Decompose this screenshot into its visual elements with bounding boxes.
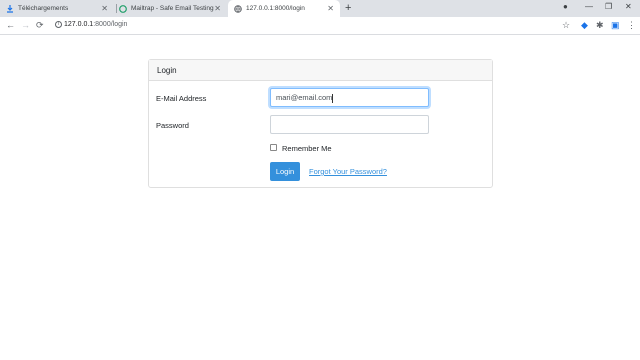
- login-button[interactable]: Login: [270, 162, 300, 181]
- new-tab-icon[interactable]: +: [345, 2, 351, 14]
- url-path: :8000/login: [93, 21, 128, 28]
- maximize-icon[interactable]: ❐: [605, 2, 612, 11]
- email-field[interactable]: mari@email.com: [270, 88, 429, 107]
- tab-title: Mailtrap - Safe Email Testing: [131, 5, 214, 12]
- mailtrap-icon: [119, 4, 127, 13]
- menu-icon[interactable]: ⋮: [627, 20, 636, 31]
- back-icon[interactable]: ←: [6, 20, 15, 30]
- card-header: Login: [149, 60, 492, 81]
- address-bar[interactable]: 127.0.0.1:8000/login: [64, 21, 127, 28]
- email-label: E-Mail Address: [156, 94, 207, 103]
- profile-icon[interactable]: ●: [563, 2, 568, 11]
- tab-downloads[interactable]: Téléchargements ✕: [6, 0, 114, 17]
- password-label: Password: [156, 121, 189, 130]
- globe-icon: [234, 4, 242, 13]
- close-icon[interactable]: ✕: [327, 4, 334, 13]
- text-caret: [332, 93, 334, 103]
- url-host: 127.0.0.1: [64, 21, 94, 28]
- download-icon: [6, 4, 14, 13]
- puzzle-icon[interactable]: ✱: [596, 20, 604, 31]
- tab-separator: [116, 4, 117, 13]
- login-card: Login E-Mail Address mari@email.com Pass…: [148, 59, 493, 188]
- tab-title: 127.0.0.1:8000/login: [246, 5, 305, 12]
- forward-icon[interactable]: →: [21, 20, 30, 30]
- email-value: mari@email.com: [276, 93, 333, 102]
- close-window-icon[interactable]: ✕: [625, 2, 632, 11]
- close-icon[interactable]: ✕: [101, 4, 108, 13]
- extension-icon[interactable]: ◆: [581, 20, 588, 31]
- forgot-password-link[interactable]: Forgot Your Password?: [309, 167, 387, 176]
- remember-checkbox[interactable]: [270, 144, 277, 151]
- close-icon[interactable]: ✕: [214, 4, 221, 13]
- tab-strip: Téléchargements ✕ Mailtrap - Safe Email …: [0, 0, 640, 17]
- bookmark-star-icon[interactable]: ☆: [562, 20, 570, 31]
- password-field[interactable]: [270, 115, 429, 134]
- reload-icon[interactable]: ⟳: [36, 20, 44, 31]
- reading-list-icon[interactable]: ▣: [611, 20, 620, 31]
- tab-mailtrap[interactable]: Mailtrap - Safe Email Testing ✕: [119, 0, 227, 17]
- info-icon[interactable]: i: [55, 21, 62, 28]
- browser-toolbar: ← → ⟳ i 127.0.0.1:8000/login ☆ ◆ ✱ ▣ ⋮: [0, 17, 640, 35]
- remember-label: Remember Me: [282, 144, 332, 153]
- tab-login[interactable]: 127.0.0.1:8000/login ✕: [228, 0, 340, 17]
- tab-title: Téléchargements: [18, 5, 69, 12]
- minimize-icon[interactable]: —: [585, 2, 593, 11]
